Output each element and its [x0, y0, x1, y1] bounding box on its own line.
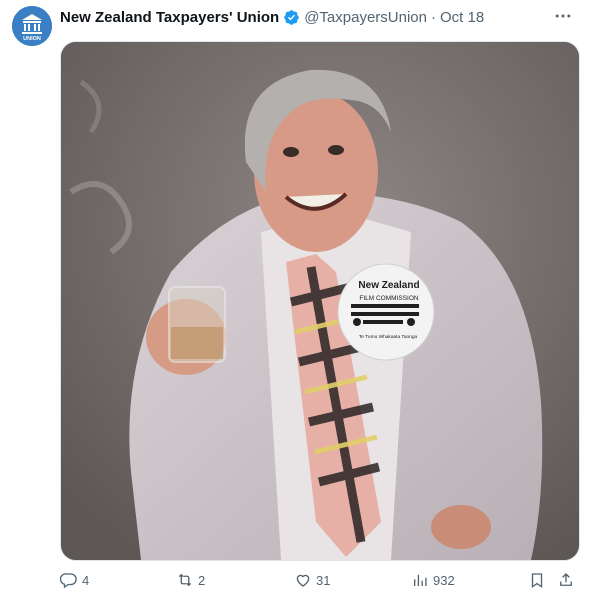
- reply-count: 4: [82, 572, 90, 588]
- photo-illustration: New Zealand FILM COMMISSION Te Tumu Whak…: [61, 42, 579, 560]
- views-icon: [414, 574, 427, 586]
- badge-line1: New Zealand: [358, 280, 419, 291]
- tweet-header: New Zealand Taxpayers' Union @TaxpayersU…: [60, 7, 573, 27]
- tweet-date[interactable]: Oct 18: [440, 9, 484, 26]
- handle[interactable]: @TaxpayersUnion: [304, 9, 427, 26]
- separator-dot: ·: [430, 8, 436, 26]
- views-button[interactable]: 932: [411, 568, 455, 592]
- badge-line2: FILM COMMISSION: [359, 295, 419, 302]
- verified-badge-icon[interactable]: [283, 9, 300, 26]
- reply-icon: [60, 573, 77, 589]
- tweet-photo[interactable]: New Zealand FILM COMMISSION Te Tumu Whak…: [60, 41, 580, 561]
- retweet-button[interactable]: 2: [176, 568, 205, 592]
- views-count: 932: [433, 572, 455, 588]
- action-bar: 4 2 31 932: [60, 568, 584, 592]
- badge-line3: Te Tumu Whakaata Taonga: [359, 334, 418, 340]
- building-logo-icon: UNION: [12, 6, 52, 46]
- reply-button[interactable]: 4: [60, 568, 89, 592]
- film-commission-badge: New Zealand FILM COMMISSION Te Tumu Whak…: [337, 263, 435, 361]
- share-icon: [560, 573, 572, 586]
- bookmark-button[interactable]: [528, 568, 546, 592]
- share-button[interactable]: [557, 568, 575, 592]
- like-count: 31: [316, 572, 331, 588]
- avatar[interactable]: UNION: [12, 6, 52, 46]
- more-dots-icon[interactable]: [551, 6, 575, 26]
- avatar-text: UNION: [23, 36, 41, 42]
- display-name[interactable]: New Zealand Taxpayers' Union: [60, 9, 279, 26]
- retweet-count: 2: [198, 572, 206, 588]
- heart-icon: [296, 574, 310, 587]
- bookmark-icon: [531, 573, 543, 589]
- retweet-icon: [178, 573, 192, 587]
- like-button[interactable]: 31: [294, 568, 330, 592]
